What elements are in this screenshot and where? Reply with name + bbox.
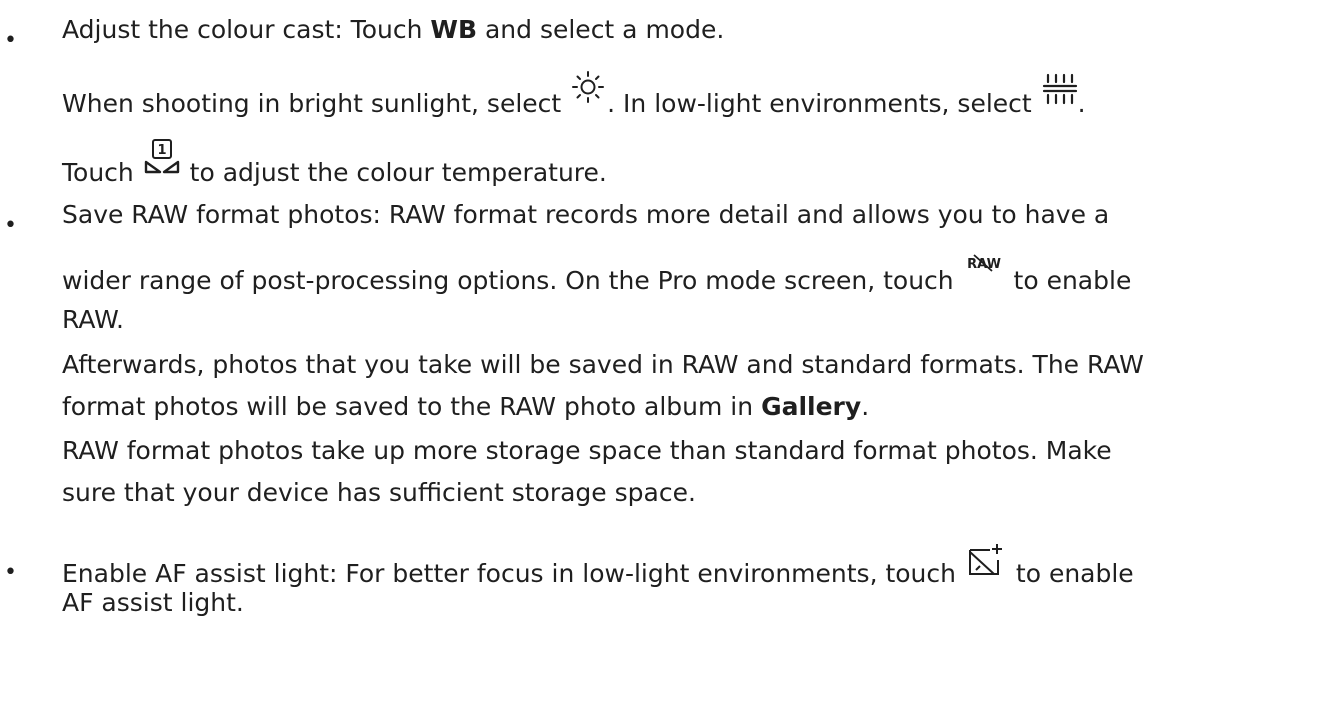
bullet-marker: • — [4, 28, 17, 53]
text: . In low-light environments, select — [607, 89, 1040, 118]
color-temperature-line: Touch 1 to adjust the colour temperature… — [62, 139, 607, 188]
raw-line-2: wider range of post-processing options. … — [62, 254, 1132, 296]
text: Adjust the colour cast: Touch — [62, 15, 431, 44]
text: . — [861, 392, 870, 421]
text: Enable AF assist light: For better focus… — [62, 559, 964, 588]
custom-white-balance-icon: 1 — [144, 139, 180, 177]
text: format photos will be saved to the RAW p… — [62, 392, 762, 421]
wb-label: WB — [430, 15, 478, 44]
raw-line-7: sure that your device has sufficient sto… — [62, 478, 696, 507]
bullet-marker: • — [4, 560, 17, 585]
text: to enable — [1005, 266, 1132, 295]
raw-line-5: format photos will be saved to the RAW p… — [62, 392, 869, 422]
gallery-label: Gallery — [761, 392, 862, 421]
af-line-2: AF assist light. — [62, 588, 244, 617]
raw-line-3: RAW. — [62, 305, 124, 334]
af-line-1: Enable AF assist light: For better focus… — [62, 544, 1134, 589]
text: to adjust the colour temperature. — [181, 158, 607, 187]
text: When shooting in bright sunlight, select — [62, 89, 570, 118]
sunlight-line: When shooting in bright sunlight, select… — [62, 71, 1086, 119]
text: Touch — [62, 158, 142, 187]
bullet-marker: • — [4, 213, 17, 238]
wb-line: Adjust the colour cast: Touch WB and sel… — [62, 15, 724, 45]
text: to enable — [1007, 559, 1134, 588]
text: wider range of post-processing options. … — [62, 266, 962, 295]
sun-icon — [571, 70, 605, 104]
af-assist-light-icon — [966, 542, 1006, 578]
raw-line-4: Afterwards, photos that you take will be… — [62, 350, 1144, 379]
raw-icon: RAW — [964, 253, 1004, 277]
raw-line-1: Save RAW format photos: RAW format recor… — [62, 200, 1110, 229]
fluorescent-icon — [1042, 72, 1078, 106]
text: . — [1077, 89, 1086, 118]
text: and select a mode. — [477, 15, 725, 44]
icon-number: 1 — [157, 143, 166, 158]
raw-line-6: RAW format photos take up more storage s… — [62, 436, 1112, 465]
